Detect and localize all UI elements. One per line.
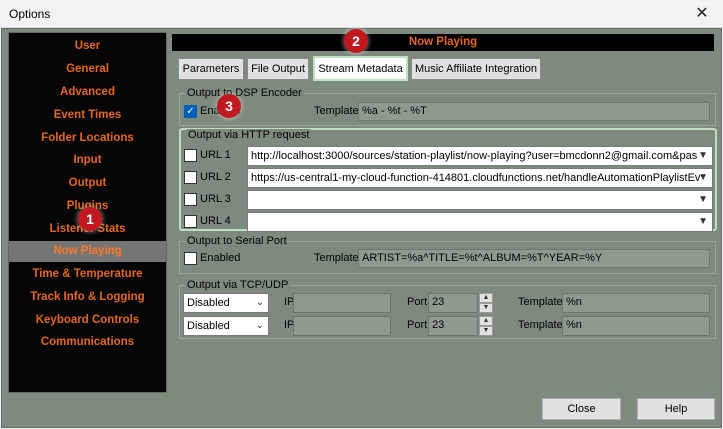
tcp-port-label-2: Port (407, 319, 428, 331)
tcp-port-spinner-2[interactable]: ▲ ▼ (479, 316, 493, 336)
dsp-encoder-group-label: Output to DSP Encoder (185, 87, 304, 99)
sidebar-item-time-temperature[interactable]: Time & Temperature (9, 264, 166, 285)
chevron-down-icon[interactable]: ▼ (698, 169, 708, 187)
url4-combo[interactable]: ▼ (247, 212, 713, 232)
tab-music-affiliate-integration[interactable]: Music Affiliate Integration (411, 58, 541, 80)
spin-up-icon[interactable]: ▲ (479, 293, 493, 303)
sidebar-item-event-times[interactable]: Event Times (9, 105, 166, 126)
tab-stream-metadata[interactable]: Stream Metadata (313, 56, 408, 81)
url4-label: URL 4 (200, 215, 231, 227)
tcp-mode-value-1: Disabled (187, 297, 230, 309)
url1-value: http://localhost:3000/sources/station-pl… (251, 150, 698, 162)
dsp-enabled-checkbox[interactable]: ✓ (184, 105, 197, 118)
tcp-template-field-2[interactable]: %n (562, 316, 710, 336)
dsp-template-field[interactable]: %a - %t - %T (358, 102, 710, 121)
page-title: Now Playing (172, 34, 714, 51)
title-bar: Options ✕ (0, 0, 723, 28)
options-dialog: User General Advanced Event Times Folder… (1, 28, 722, 428)
tcp-mode-value-2: Disabled (187, 320, 230, 332)
chevron-down-icon[interactable]: ▼ (698, 191, 708, 209)
sidebar-item-keyboard-controls[interactable]: Keyboard Controls (9, 310, 166, 331)
tcp-port-spinner-1[interactable]: ▲ ▼ (479, 293, 493, 313)
spin-up-icon[interactable]: ▲ (479, 316, 493, 326)
serial-template-field[interactable]: ARTIST=%a^TITLE=%t^ALBUM=%T^YEAR=%Y (358, 249, 710, 268)
chevron-down-icon[interactable]: ⌄ (256, 317, 264, 335)
http-request-group-label: Output via HTTP request (186, 129, 312, 141)
sidebar-item-track-info-logging[interactable]: Track Info & Logging (9, 287, 166, 308)
sidebar-item-communications[interactable]: Communications (9, 332, 166, 353)
tcp-port-label-1: Port (407, 296, 428, 308)
tcp-template-label-2: Template (518, 319, 563, 331)
dsp-template-label: Template (314, 105, 359, 117)
url4-checkbox[interactable] (184, 215, 197, 228)
annotation-badge-3: 3 (217, 94, 241, 118)
sidebar-item-general[interactable]: General (9, 59, 166, 80)
sidebar-item-folder-locations[interactable]: Folder Locations (9, 128, 166, 149)
serial-port-group-label: Output to Serial Port (185, 235, 289, 247)
url2-value: https://us-central1-my-cloud-function-41… (251, 172, 701, 184)
url2-label: URL 2 (200, 171, 231, 183)
serial-enabled-label: Enabled (200, 252, 241, 264)
annotation-badge-1: 1 (78, 207, 102, 231)
sidebar-item-advanced[interactable]: Advanced (9, 82, 166, 103)
tcp-ip-field-1[interactable] (293, 293, 391, 313)
tcp-port-field-1[interactable]: 23 (428, 293, 478, 313)
url1-label: URL 1 (200, 149, 231, 161)
sidebar-item-output[interactable]: Output (9, 173, 166, 194)
tcp-mode-select-2[interactable]: Disabled ⌄ (183, 316, 269, 336)
url3-combo[interactable]: ▼ (247, 190, 713, 210)
url3-label: URL 3 (200, 193, 231, 205)
sidebar-item-input[interactable]: Input (9, 150, 166, 171)
tcp-udp-group-label: Output via TCP/UDP (185, 279, 291, 291)
chevron-down-icon[interactable]: ▼ (698, 147, 708, 165)
sidebar-item-user[interactable]: User (9, 36, 166, 57)
tcp-template-label-1: Template (518, 296, 563, 308)
url2-checkbox[interactable] (184, 171, 197, 184)
serial-enabled-checkbox[interactable] (184, 252, 197, 265)
tab-file-output[interactable]: File Output (247, 58, 309, 80)
sidebar-item-now-playing[interactable]: Now Playing (9, 241, 166, 262)
url3-checkbox[interactable] (184, 193, 197, 206)
tab-parameters[interactable]: Parameters (178, 58, 244, 80)
spin-down-icon[interactable]: ▼ (479, 303, 493, 313)
tcp-template-field-1[interactable]: %n (562, 293, 710, 313)
window-title: Options (9, 7, 51, 21)
spin-down-icon[interactable]: ▼ (479, 326, 493, 336)
help-button[interactable]: Help (637, 398, 715, 420)
annotation-badge-2: 2 (344, 29, 368, 53)
chevron-down-icon[interactable]: ⌄ (256, 294, 264, 312)
close-icon[interactable]: ✕ (691, 3, 713, 25)
tcp-port-field-2[interactable]: 23 (428, 316, 478, 336)
tcp-ip-field-2[interactable] (293, 316, 391, 336)
url1-checkbox[interactable] (184, 149, 197, 162)
close-button[interactable]: Close (542, 398, 621, 420)
chevron-down-icon[interactable]: ▼ (698, 213, 708, 231)
url2-combo[interactable]: https://us-central1-my-cloud-function-41… (247, 168, 713, 188)
url1-combo[interactable]: http://localhost:3000/sources/station-pl… (247, 146, 713, 166)
tcp-mode-select-1[interactable]: Disabled ⌄ (183, 293, 269, 313)
serial-template-label: Template (314, 252, 359, 264)
